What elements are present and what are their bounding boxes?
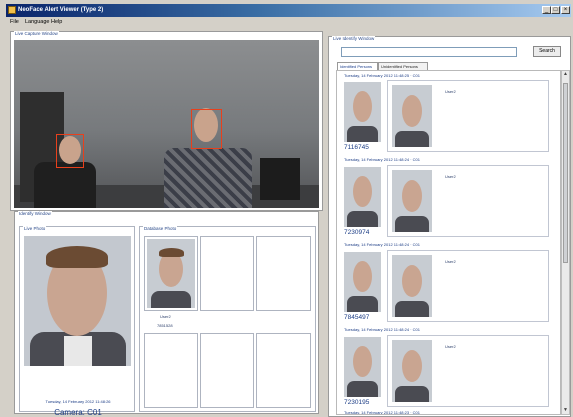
entry-db-photo — [392, 170, 432, 232]
close-icon[interactable]: × — [561, 6, 570, 14]
scene-monitor — [260, 158, 300, 200]
face-detection-box-2 — [191, 109, 222, 149]
identified-list: Tuesday, 14 February 2012 11:48:25 · C01… — [336, 70, 561, 415]
entry-live-photo — [344, 82, 381, 142]
entry-live-photo — [344, 252, 381, 312]
tab-unidentified-persons[interactable]: Unidentified Persons — [378, 62, 428, 70]
entry-db-photo — [392, 340, 432, 402]
live-photo-shirt — [64, 336, 92, 366]
match-photo — [147, 239, 195, 308]
person-left-body — [34, 162, 96, 208]
menu-help[interactable]: Help — [51, 19, 62, 25]
maximize-icon[interactable]: □ — [551, 6, 560, 14]
match-slot-1[interactable] — [144, 236, 198, 311]
entry-user: User2 — [445, 259, 456, 264]
entry-db-face — [402, 350, 422, 382]
entry-face — [353, 346, 372, 377]
match-slot-5[interactable] — [200, 333, 254, 408]
person-right-body — [164, 148, 252, 208]
entry-user: User2 — [445, 89, 456, 94]
search-input[interactable] — [341, 47, 517, 57]
entry-jacket — [347, 126, 378, 142]
live-identify-window: Live Identify Window Search Identified P… — [328, 36, 571, 417]
menu-file[interactable]: File — [10, 19, 19, 25]
entry-id: 7116745 — [344, 144, 369, 151]
entry-user: User2 — [445, 344, 456, 349]
entry-header: Tuesday, 14 February 2012 11:48:24 · C01 — [344, 327, 420, 332]
live-photo-title: Live Photo — [23, 226, 47, 231]
entry-match-frame[interactable]: User2 — [387, 335, 549, 407]
camera-feed — [14, 40, 319, 208]
match-slot-2[interactable] — [200, 236, 254, 311]
entry-db-jacket — [395, 301, 429, 317]
entry-db-jacket — [395, 386, 429, 402]
live-photo — [24, 236, 131, 366]
face-detection-box-1 — [56, 134, 84, 168]
live-identify-title: Live Identify Window — [332, 36, 376, 41]
entry-header: Tuesday, 14 February 2012 11:48:25 · C01 — [344, 73, 420, 78]
match-slot-6[interactable] — [256, 333, 311, 408]
entry-db-face — [402, 265, 422, 297]
vertical-scrollbar[interactable]: ▲ ▼ — [561, 70, 570, 415]
app-icon — [8, 6, 16, 14]
minimize-icon[interactable]: _ — [542, 6, 551, 14]
match-name: User2 — [160, 314, 171, 319]
entry-db-photo — [392, 85, 432, 147]
live-capture-title: Live Capture Window — [14, 31, 59, 36]
menu-language[interactable]: Language — [25, 19, 49, 25]
title-bar: NeoFace Alert Viewer (Type 2) _ □ × — [6, 4, 571, 17]
match-id: 7851528 — [157, 323, 173, 328]
entry-user: User2 — [445, 174, 456, 179]
scroll-down-icon[interactable]: ▼ — [562, 407, 569, 414]
live-photo-timestamp: Tuesday, 14 February 2012 11:48:26 — [45, 399, 111, 404]
entry-header-partial: Tuesday, 14 February 2012 11:48:23 · C01 — [344, 410, 420, 415]
entry-id: 7230195 — [344, 399, 370, 406]
scroll-up-icon[interactable]: ▲ — [562, 71, 569, 78]
live-photo-panel: Live Photo Tuesday, 14 February 2012 11:… — [19, 226, 135, 417]
entry-match-frame[interactable]: User2 — [387, 80, 549, 152]
live-photo-hair — [46, 246, 108, 268]
entry-db-photo — [392, 255, 432, 317]
entry-db-jacket — [395, 131, 429, 147]
camera-label: Camera: C01 — [54, 408, 102, 417]
entry-header: Tuesday, 14 February 2012 11:48:24 · C01 — [344, 157, 420, 162]
entry-jacket — [347, 296, 378, 312]
entry-jacket — [347, 381, 378, 397]
entry-db-jacket — [395, 216, 429, 232]
tab-identified-persons[interactable]: Identified Persons — [337, 62, 378, 70]
database-photo-title: Database Photo — [143, 226, 178, 231]
menu-bar: File Language Help — [6, 17, 571, 27]
entry-db-face — [402, 180, 422, 212]
entry-db-face — [402, 95, 422, 127]
search-button[interactable]: Search — [533, 46, 561, 57]
entry-match-frame[interactable]: User2 — [387, 165, 549, 237]
match-jacket — [151, 291, 191, 308]
database-photo-panel: Database Photo User2 7851528 — [139, 226, 316, 412]
entry-face — [353, 261, 372, 292]
entry-live-photo — [344, 167, 381, 227]
scrollbar-thumb[interactable] — [563, 83, 568, 263]
match-slot-4[interactable] — [144, 333, 198, 408]
entry-header: Tuesday, 14 February 2012 11:48:24 · C01 — [344, 242, 420, 247]
match-hair — [159, 248, 184, 257]
entry-id: 7230974 — [344, 229, 370, 236]
entry-jacket — [347, 211, 378, 227]
entry-match-frame[interactable]: User2 — [387, 250, 549, 322]
match-slot-3[interactable] — [256, 236, 311, 311]
window-title: NeoFace Alert Viewer (Type 2) — [18, 7, 104, 13]
entry-face — [353, 91, 372, 122]
identify-title: Identify Window — [18, 211, 52, 216]
entry-id: 7845497 — [344, 314, 370, 321]
identify-window: Identify Window Live Photo Tuesday, 14 F… — [14, 211, 319, 417]
entry-face — [353, 176, 372, 207]
entry-live-photo — [344, 337, 381, 397]
